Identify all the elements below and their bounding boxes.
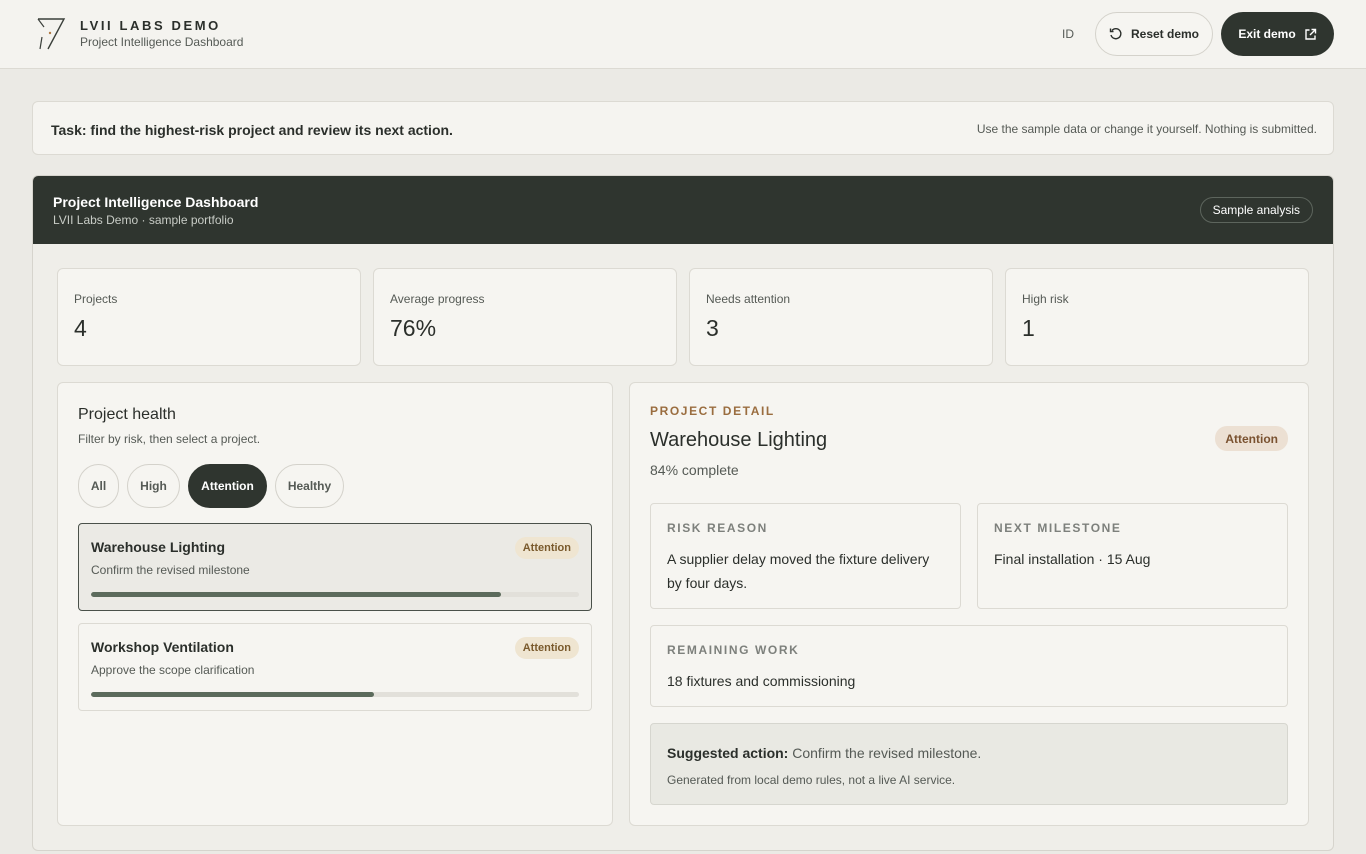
suggested-action-box: Suggested action: Confirm the revised mi… bbox=[650, 723, 1288, 805]
filter-all[interactable]: All bbox=[78, 464, 119, 508]
progress-bar-fill bbox=[91, 692, 375, 697]
exit-demo-button[interactable]: Exit demo bbox=[1221, 12, 1334, 56]
stat-label: High risk bbox=[1022, 292, 1069, 306]
reset-demo-label: Reset demo bbox=[1130, 27, 1200, 41]
progress-bar bbox=[91, 592, 579, 597]
project-health-subtitle: Filter by risk, then select a project. bbox=[78, 432, 261, 446]
project-next-action: Confirm the revised milestone bbox=[91, 563, 250, 577]
brand-subtitle: Project Intelligence Dashboard bbox=[80, 35, 244, 49]
task-note: Use the sample data or change it yoursel… bbox=[976, 122, 1317, 136]
project-detail-panel: PROJECT DETAIL Warehouse Lighting 84% co… bbox=[629, 382, 1309, 826]
progress-bar-fill bbox=[91, 592, 501, 597]
dashboard-subtitle: LVII Labs Demo · sample portfolio bbox=[53, 213, 234, 227]
language-toggle[interactable]: ID bbox=[1062, 27, 1074, 41]
project-next-action: Approve the scope clarification bbox=[91, 663, 255, 677]
suggested-action-text: Confirm the revised milestone. bbox=[792, 745, 982, 761]
stat-value: 3 bbox=[706, 315, 719, 341]
stat-card-high-risk: High risk 1 bbox=[1005, 268, 1309, 366]
next-milestone-card: NEXT MILESTONE Final installation · 15 A… bbox=[977, 503, 1288, 609]
exit-demo-label: Exit demo bbox=[1238, 27, 1296, 41]
suggested-action-label: Suggested action: bbox=[667, 745, 789, 761]
project-name: Warehouse Lighting bbox=[91, 539, 226, 555]
stat-label: Needs attention bbox=[706, 292, 791, 306]
status-badge: Attention bbox=[514, 537, 579, 559]
status-badge: Attention bbox=[1215, 426, 1288, 451]
stat-value: 1 bbox=[1022, 315, 1035, 341]
stat-value: 76% bbox=[390, 315, 437, 341]
project-detail-kicker: PROJECT DETAIL bbox=[650, 404, 775, 418]
remaining-work-card: REMAINING WORK 18 fixtures and commissio… bbox=[650, 625, 1288, 707]
stat-card-projects: Projects 4 bbox=[57, 268, 361, 366]
risk-reason-text: A supplier delay moved the fixture deliv… bbox=[667, 551, 930, 591]
stat-card-needs-attention: Needs attention 3 bbox=[689, 268, 993, 366]
task-text: Task: find the highest-risk project and … bbox=[51, 122, 453, 138]
status-badge: Attention bbox=[514, 637, 579, 659]
filter-healthy[interactable]: Healthy bbox=[275, 464, 344, 508]
card-label: NEXT MILESTONE bbox=[994, 521, 1122, 535]
stat-label: Average progress bbox=[390, 292, 485, 306]
reset-icon bbox=[1109, 28, 1122, 40]
external-link-icon bbox=[1304, 28, 1316, 40]
card-label: RISK REASON bbox=[667, 521, 768, 535]
dashboard: Project Intelligence Dashboard LVII Labs… bbox=[32, 175, 1334, 851]
project-item-warehouse-lighting[interactable]: Warehouse Lighting Confirm the revised m… bbox=[78, 523, 592, 611]
project-item-workshop-ventilation[interactable]: Workshop Ventilation Approve the scope c… bbox=[78, 623, 592, 711]
project-health-panel: Project health Filter by risk, then sele… bbox=[57, 382, 613, 826]
project-detail-name: Warehouse Lighting bbox=[650, 429, 828, 451]
dashboard-header: Project Intelligence Dashboard LVII Labs… bbox=[33, 176, 1333, 244]
project-name: Workshop Ventilation bbox=[91, 639, 234, 655]
project-health-title: Project health bbox=[78, 406, 176, 423]
stat-value: 4 bbox=[74, 315, 87, 341]
filter-attention[interactable]: Attention bbox=[188, 464, 267, 508]
brand-title: LVII LABS DEMO bbox=[80, 18, 221, 33]
sample-analysis-badge: Sample analysis bbox=[1199, 197, 1313, 223]
project-detail-progress: 84% complete bbox=[650, 462, 739, 478]
next-milestone-text: Final installation · 15 Aug bbox=[994, 551, 1151, 567]
task-banner: Task: find the highest-risk project and … bbox=[32, 101, 1334, 155]
stat-card-average-progress: Average progress 76% bbox=[373, 268, 677, 366]
reset-demo-button[interactable]: Reset demo bbox=[1095, 12, 1213, 56]
remaining-work-text: 18 fixtures and commissioning bbox=[667, 673, 856, 689]
card-label: REMAINING WORK bbox=[667, 643, 800, 657]
dashboard-title: Project Intelligence Dashboard bbox=[53, 194, 259, 210]
suggested-action: Suggested action: Confirm the revised mi… bbox=[667, 745, 981, 761]
lvii-logo-icon bbox=[37, 18, 66, 50]
progress-bar bbox=[91, 692, 579, 697]
risk-reason-card: RISK REASON A supplier delay moved the f… bbox=[650, 503, 961, 609]
top-bar: LVII LABS DEMO Project Intelligence Dash… bbox=[0, 0, 1366, 69]
suggested-action-note: Generated from local demo rules, not a l… bbox=[667, 773, 956, 787]
filter-high[interactable]: High bbox=[127, 464, 180, 508]
stat-label: Projects bbox=[74, 292, 118, 306]
